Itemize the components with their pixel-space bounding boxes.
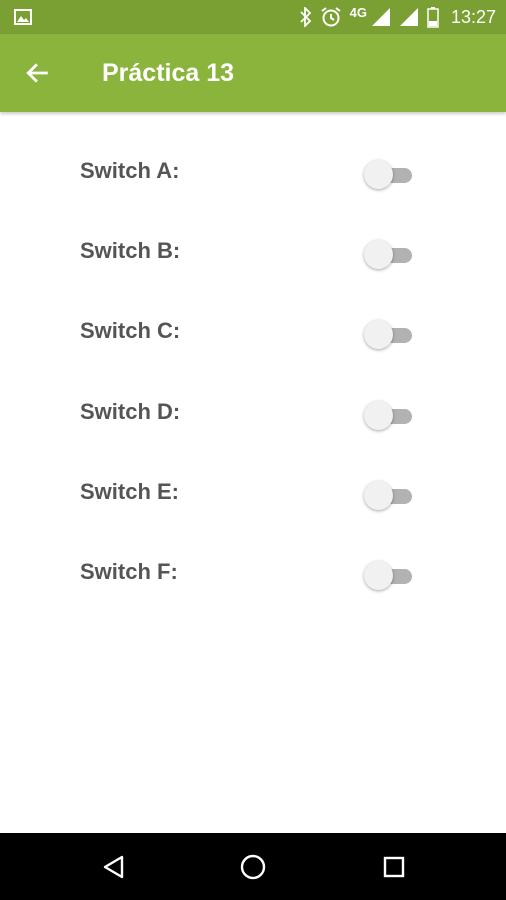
signal-icon (371, 8, 390, 26)
back-button[interactable] (14, 49, 62, 97)
navigation-bar (0, 833, 506, 900)
gallery-icon (14, 9, 32, 25)
switch-label: Switch E: (80, 478, 180, 504)
nav-recents-button[interactable] (376, 849, 412, 885)
toggle-switch[interactable] (364, 400, 414, 431)
toggle-switch[interactable] (364, 240, 414, 270)
status-icons: 4G 13:27 (299, 0, 496, 34)
switch-row: Switch E: (0, 455, 506, 535)
switch-label: Switch A: (80, 158, 180, 183)
battery-icon (427, 7, 439, 28)
alarm-icon (321, 7, 341, 27)
switch-label: Switch D: (80, 398, 181, 424)
home-circle-icon (240, 854, 266, 880)
switch-row: Switch F: (0, 535, 506, 615)
app-bar: Práctica 13 (0, 34, 506, 112)
switch-label: Switch C: (80, 318, 181, 344)
switch-list: Switch A: Switch B: Switch C: Switch D: … (0, 134, 506, 615)
nav-home-button[interactable] (235, 849, 271, 885)
arrow-back-icon (26, 63, 48, 83)
network-type-label: 4G (349, 4, 367, 20)
status-time: 13:27 (450, 6, 496, 27)
toggle-switch[interactable] (364, 320, 414, 350)
toggle-switch[interactable] (364, 160, 414, 190)
status-bar: 4G 13:27 (0, 0, 506, 34)
page-title: Práctica 13 (102, 59, 235, 87)
switch-row: Switch D: (0, 375, 506, 455)
toggle-switch[interactable] (364, 560, 414, 591)
recents-square-icon (383, 856, 405, 878)
bluetooth-icon (299, 7, 311, 27)
nav-back-button[interactable] (96, 849, 132, 885)
toggle-switch[interactable] (364, 480, 414, 511)
switch-row: Switch B: (0, 214, 506, 294)
back-triangle-icon (103, 855, 124, 879)
switch-label: Switch B: (80, 238, 181, 264)
switch-row: Switch A: (0, 134, 506, 214)
switch-row: Switch C: (0, 294, 506, 374)
signal-icon (399, 8, 418, 26)
switch-label: Switch F: (80, 558, 178, 584)
